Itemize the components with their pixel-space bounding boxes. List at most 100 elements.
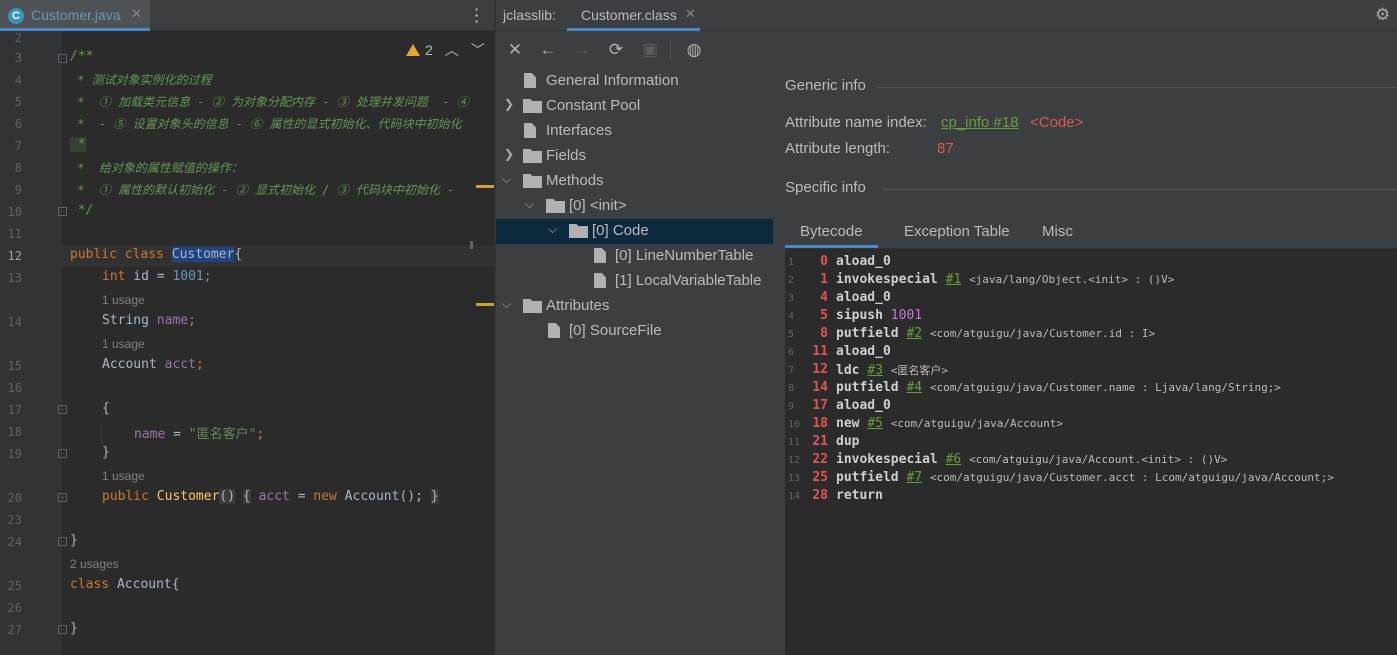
folder-icon: [523, 149, 542, 163]
tab-customer-class[interactable]: Customer.class ✕: [567, 0, 700, 31]
operand-value: 1001: [890, 308, 923, 323]
line-number: 16: [7, 381, 22, 395]
tool-window-header: jclasslib: Customer.class ✕ ⚙: [496, 0, 1397, 31]
bytecode-offset: 14: [812, 380, 828, 395]
opcode: dup: [836, 434, 860, 449]
constant-pool-ref-link[interactable]: #3: [867, 363, 883, 378]
bytecode-offset: 22: [812, 452, 828, 467]
bytecode-line-number: 10: [788, 419, 801, 430]
web-icon[interactable]: ◍: [683, 39, 705, 61]
tree-item-line-number-table[interactable]: [0] LineNumberTable: [496, 244, 773, 269]
fold-toggle-icon[interactable]: −: [58, 405, 67, 414]
string-literal: "匿名客户": [188, 427, 257, 442]
usage-hint[interactable]: 2 usages: [70, 557, 119, 571]
tree-item-label: Constant Pool: [546, 97, 641, 114]
fold-toggle-icon[interactable]: −: [58, 537, 67, 546]
attribute-length-label: Attribute length:: [785, 140, 891, 157]
more-options-icon[interactable]: · · ·: [472, 2, 482, 28]
bytecode-line-number: 6: [788, 347, 795, 358]
semicolon: ;: [256, 427, 265, 442]
tab-label: Customer.class: [581, 7, 677, 23]
bytecode-offset: 5: [820, 308, 828, 323]
field-name: acct: [164, 357, 196, 372]
constant-pool-ref-link[interactable]: #6: [946, 452, 962, 467]
code-line: String name;: [102, 313, 196, 328]
tree-item-fields[interactable]: ❯ Fields: [496, 144, 773, 169]
tree-item-methods[interactable]: ⌵ Methods: [496, 169, 773, 194]
usage-hint[interactable]: 1 usage: [102, 293, 145, 307]
refresh-icon[interactable]: ⟳: [605, 39, 627, 61]
line-number: 15: [7, 359, 22, 373]
back-arrow-icon[interactable]: ←: [537, 39, 559, 61]
code-editor[interactable]: C Customer.java ✕ · · · 2 ︿ ﹀ 2 3 4 5 6 7 8 …: [0, 0, 494, 655]
line-number: 26: [7, 601, 22, 615]
constant-pool-ref-link[interactable]: #2: [906, 326, 922, 341]
cp-info-link[interactable]: cp_info #18: [941, 114, 1019, 131]
save-icon[interactable]: ▣: [639, 39, 661, 61]
constant-pool-ref-link[interactable]: #4: [906, 380, 922, 395]
next-highlight-icon[interactable]: ﹀: [471, 42, 485, 58]
section-divider: [882, 189, 1397, 190]
fold-toggle-icon[interactable]: −: [58, 207, 67, 216]
bytecode-offset: 21: [812, 434, 828, 449]
chevron-down-icon[interactable]: ⌵: [502, 172, 511, 187]
fold-toggle-icon[interactable]: −: [58, 449, 67, 458]
previous-highlight-icon[interactable]: ︿: [445, 42, 459, 58]
chevron-down-icon[interactable]: ⌵: [525, 197, 534, 212]
keyword: int: [102, 269, 126, 284]
line-number: 17: [7, 403, 22, 417]
bytecode-instruction: invokespecial #6 <com/atguigu/java/Accou…: [836, 452, 1227, 467]
constant-pool-ref-link[interactable]: #1: [946, 272, 962, 287]
opcode: invokespecial: [836, 452, 938, 467]
tab-exception-table[interactable]: Exception Table: [904, 223, 1010, 240]
tree-item-general-information[interactable]: General Information: [496, 69, 773, 94]
warning-stripe-marker[interactable]: [476, 185, 494, 188]
scroll-marker: [470, 241, 473, 249]
file-icon: [594, 248, 606, 263]
class-structure-tree: General Information ❯ Constant Pool Inte…: [496, 66, 773, 655]
tree-item-label: [0] LineNumberTable: [615, 247, 754, 264]
usage-hint[interactable]: 1 usage: [102, 337, 145, 351]
chevron-right-icon[interactable]: ❯: [504, 147, 514, 161]
tree-item-interfaces[interactable]: Interfaces: [496, 119, 773, 144]
line-number: 5: [14, 95, 22, 109]
close-tab-icon[interactable]: ✕: [685, 6, 696, 22]
tree-item-label: [0] <init>: [569, 197, 627, 214]
bytecode-line-number: 14: [788, 491, 801, 502]
fold-toggle-icon[interactable]: −: [58, 54, 67, 63]
section-heading-generic-info: Generic info: [785, 77, 866, 94]
forward-arrow-icon[interactable]: →: [571, 39, 593, 61]
chevron-down-icon[interactable]: ⌵: [502, 297, 511, 312]
chevron-down-icon[interactable]: ⌵: [548, 222, 557, 237]
gear-icon[interactable]: ⚙: [1375, 5, 1390, 25]
tree-item-local-variable-table[interactable]: [1] LocalVariableTable: [496, 269, 773, 294]
tree-item-source-file[interactable]: [0] SourceFile: [496, 319, 773, 344]
tab-bytecode[interactable]: Bytecode: [785, 223, 878, 248]
folder-icon: [546, 199, 565, 213]
keyword: public: [70, 247, 117, 262]
tree-item-method-init[interactable]: ⌵ [0] <init>: [496, 194, 773, 219]
tab-customer-java[interactable]: C Customer.java ✕: [0, 0, 150, 31]
tree-item-constant-pool[interactable]: ❯ Constant Pool: [496, 94, 773, 119]
tree-item-code[interactable]: ⌵ [0] Code: [496, 219, 773, 244]
fold-toggle-icon[interactable]: −: [58, 625, 67, 634]
close-icon[interactable]: ✕: [504, 39, 526, 61]
code-text: (): [219, 489, 236, 504]
constant-pool-ref-link[interactable]: #5: [867, 416, 883, 431]
inspection-widget[interactable]: 2 ︿ ﹀: [406, 40, 485, 60]
usage-hint[interactable]: 1 usage: [102, 469, 145, 483]
constant-pool-ref-link[interactable]: #7: [906, 470, 922, 485]
warning-stripe-marker[interactable]: [476, 303, 494, 306]
code-line: /**: [70, 49, 94, 64]
line-number: 12: [7, 249, 22, 263]
bytecode-instruction: ldc #3 <匿名客户>: [836, 362, 948, 378]
bytecode-instruction: aload_0: [836, 398, 891, 413]
tab-misc[interactable]: Misc: [1042, 223, 1073, 240]
close-tab-icon[interactable]: ✕: [131, 6, 142, 22]
tree-item-attributes[interactable]: ⌵ Attributes: [496, 294, 773, 319]
chevron-right-icon[interactable]: ❯: [504, 97, 514, 111]
code-line: * ① 属性的默认初始化 - ② 显式初始化 / ③ 代码块中初始化 -: [70, 183, 455, 197]
file-icon: [524, 73, 536, 88]
fold-toggle-icon[interactable]: +: [58, 493, 67, 502]
file-icon: [524, 123, 536, 138]
